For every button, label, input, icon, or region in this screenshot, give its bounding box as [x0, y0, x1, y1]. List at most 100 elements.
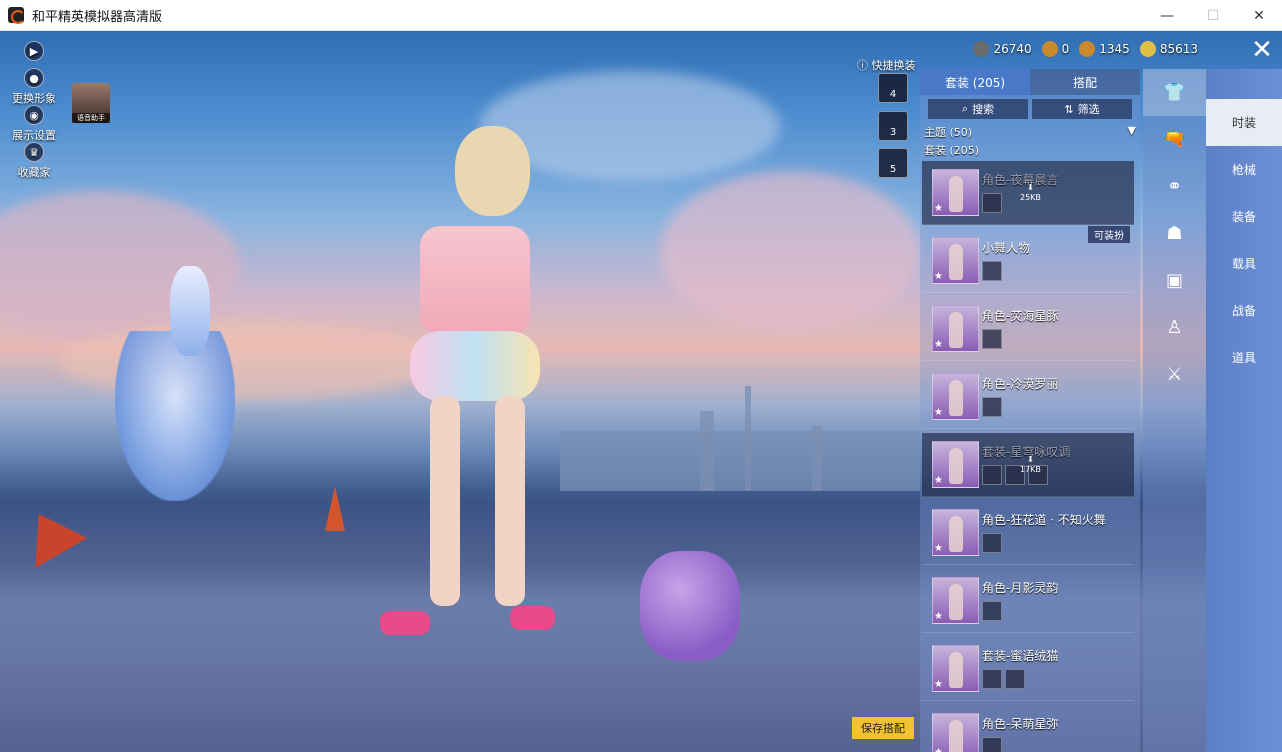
minimize-button[interactable]: — [1144, 0, 1190, 31]
download-indicator[interactable]: ⬇ 25KB [1020, 183, 1041, 203]
nav-vehicles[interactable]: 载具 [1206, 240, 1282, 287]
app-logo-icon [8, 7, 25, 24]
outfit-parts [982, 193, 1002, 213]
part-thumbnail [982, 329, 1002, 349]
filter-button[interactable]: ⇅ 筛选 [1032, 99, 1132, 119]
outfit-thumbnail: ★ [932, 169, 979, 216]
part-thumbnail [982, 533, 1002, 553]
filter-icon: ⇅ [1064, 102, 1074, 116]
change-avatar-button[interactable]: ● 更换形象 [6, 68, 62, 106]
list-item[interactable]: ★ 角色-月影灵韵 [922, 569, 1134, 633]
outfit-icon[interactable]: 👕 [1143, 69, 1206, 116]
quick-swap-label: 快捷换装 [871, 59, 916, 72]
play-icon: ▶ [24, 41, 44, 61]
coin-icon [1139, 41, 1156, 57]
maximize-button[interactable]: ☐ [1190, 0, 1236, 31]
star-icon: ★ [934, 679, 943, 690]
currency-value: 26740 [993, 42, 1032, 56]
part-thumbnail [982, 601, 1002, 621]
part-thumbnail [982, 465, 1002, 485]
list-item[interactable]: 可装扮 ★ 小舞人物 [922, 226, 1134, 293]
display-settings-button[interactable]: ◉ 展示设置 [6, 105, 62, 143]
close-panel-button[interactable]: ✕ [1248, 36, 1276, 64]
character-leg [495, 396, 525, 606]
sidebar-expand-button[interactable]: ▶ [6, 41, 62, 63]
filter-label: 筛选 [1077, 103, 1100, 116]
outfit-thumbnail: ★ [932, 509, 979, 556]
outfit-thumbnail: ★ [932, 577, 979, 624]
list-item[interactable]: ★ 角色-狂花道 · 不知火舞 [922, 501, 1134, 565]
unicorn-head [170, 266, 210, 356]
save-outfit-button[interactable]: 保存搭配 [852, 717, 914, 739]
outfit-parts [982, 397, 1002, 417]
currency-value: 1345 [1099, 42, 1130, 56]
rifle-icon[interactable]: ⚔ [1143, 351, 1206, 398]
star-icon: ★ [934, 203, 943, 214]
close-window-button[interactable]: ✕ [1236, 0, 1282, 31]
category-label: 套装 (205) [924, 144, 980, 157]
currency-item: 26740 [973, 41, 1032, 57]
gun-skin-icon[interactable]: 🔫 [1143, 116, 1206, 163]
download-icon: ⬇ [1027, 455, 1034, 464]
part-thumbnail [1005, 669, 1025, 689]
outfit-name: 套装-蜜语绒猫 [982, 649, 1059, 663]
outfit-name: 角色-狂花道 · 不知火舞 [982, 513, 1106, 527]
tab-outfits[interactable]: 套装 (205) [920, 69, 1030, 95]
nav-items[interactable]: 道具 [1206, 334, 1282, 381]
list-item[interactable]: ★ 套装-蜜语绒猫 [922, 637, 1134, 701]
category-theme[interactable]: 主题 (50) ▼ [920, 123, 1140, 141]
quick-swap-slot[interactable]: 3 [878, 111, 908, 141]
list-item[interactable]: ★ 角色-呆萌星弥 [922, 705, 1134, 752]
mask-icon[interactable]: ☗ [1143, 210, 1206, 257]
nav-battle-gear[interactable]: 战备 [1206, 287, 1282, 334]
star-icon: ★ [934, 339, 943, 350]
title-bar: 和平精英模拟器高清版 — ☐ ✕ [0, 0, 1282, 31]
outfit-thumbnail: ★ [932, 373, 979, 420]
outfit-name: 角色-荧海星豚 [982, 309, 1059, 323]
outfit-list-panel: 套装 (205) 搭配 ⌕ 搜索 ⇅ 筛选 主题 (50) ▼ 套装 (205) ★ … [920, 69, 1140, 752]
outfit-parts [982, 669, 1025, 689]
star-icon: ★ [934, 407, 943, 418]
category-label: 主题 (50) [924, 126, 973, 139]
figure-icon[interactable]: ♙ [1143, 304, 1206, 351]
display-settings-label: 展示设置 [12, 129, 56, 142]
collector-button[interactable]: ♛ 收藏家 [6, 142, 62, 180]
coin-icon [973, 41, 990, 57]
nav-weapons[interactable]: 枪械 [1206, 146, 1282, 193]
chevron-down-icon: ▼ [1127, 124, 1136, 137]
download-size: 17KB [1020, 465, 1041, 474]
list-item[interactable]: ★ 角色-荧海星豚 [922, 297, 1134, 361]
goggles-icon[interactable]: ⚭ [1143, 163, 1206, 210]
status-badge: 可装扮 [1088, 226, 1130, 243]
list-item[interactable]: ★ 套装-星穹咏叹调 ⬇ 17KB [922, 433, 1134, 497]
download-size: 25KB [1020, 193, 1041, 202]
slot-number: 5 [889, 164, 897, 175]
crown-icon: ♛ [24, 142, 44, 162]
backpack-icon[interactable]: ▣ [1143, 257, 1206, 304]
outfit-thumbnail: ★ [932, 305, 979, 352]
unicorn-mount [115, 331, 235, 501]
nav-fashion[interactable]: 时装 [1206, 99, 1282, 146]
list-item[interactable]: ★ 角色-夜幕晨言 ⬇ 25KB [922, 161, 1134, 225]
part-thumbnail [982, 261, 1002, 281]
outfit-parts [982, 261, 1002, 281]
search-button[interactable]: ⌕ 搜索 [928, 99, 1028, 119]
category-suits[interactable]: 套装 (205) [920, 141, 1140, 159]
download-indicator[interactable]: ⬇ 17KB [1020, 455, 1041, 475]
currency-item: 85613 [1139, 41, 1198, 57]
nav-equipment[interactable]: 装备 [1206, 193, 1282, 240]
quick-swap-slot[interactable]: 4 [878, 73, 908, 103]
character-top [420, 226, 530, 336]
tab-combos[interactable]: 搭配 [1030, 69, 1140, 95]
character-head [455, 126, 530, 216]
outfit-thumbnail: ★ [932, 237, 979, 284]
list-item[interactable]: ★ 角色-冷漠罗丽 [922, 365, 1134, 429]
change-avatar-label: 更换形象 [12, 92, 56, 105]
quick-swap-slot[interactable]: 5 [878, 148, 908, 178]
main-category-nav: 时装 枪械 装备 载具 战备 道具 [1206, 69, 1282, 752]
tower [812, 426, 822, 491]
voice-assistant-button[interactable]: 语音助手 [72, 83, 110, 123]
quick-swap-help[interactable]: ⓘ 快捷换装 [857, 57, 916, 73]
outfit-parts [982, 329, 1002, 349]
outfit-name: 角色-呆萌星弥 [982, 717, 1059, 731]
